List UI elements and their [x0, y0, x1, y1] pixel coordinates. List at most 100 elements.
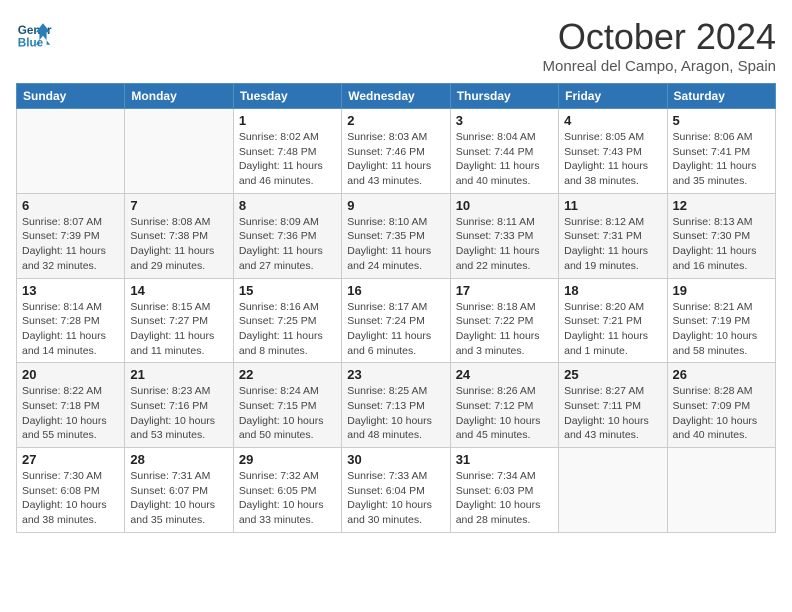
calendar-cell: 2 Sunrise: 8:03 AM Sunset: 7:46 PM Daylig…	[342, 109, 450, 194]
days-header-row: SundayMondayTuesdayWednesdayThursdayFrid…	[17, 84, 776, 109]
day-number: 10	[456, 198, 553, 213]
day-info: Sunrise: 7:34 AM Sunset: 6:03 PM Dayligh…	[456, 469, 553, 528]
calendar-cell	[667, 448, 775, 533]
location-title: Monreal del Campo, Aragon, Spain	[543, 58, 776, 75]
day-info: Sunrise: 8:26 AM Sunset: 7:12 PM Dayligh…	[456, 384, 553, 443]
day-info: Sunrise: 7:31 AM Sunset: 6:07 PM Dayligh…	[130, 469, 227, 528]
day-number: 15	[239, 283, 336, 298]
day-header-monday: Monday	[125, 84, 233, 109]
calendar-cell: 10 Sunrise: 8:11 AM Sunset: 7:33 PM Dayli…	[450, 193, 558, 278]
day-number: 24	[456, 367, 553, 382]
calendar-cell: 11 Sunrise: 8:12 AM Sunset: 7:31 PM Dayli…	[559, 193, 667, 278]
day-info: Sunrise: 8:06 AM Sunset: 7:41 PM Dayligh…	[673, 130, 770, 189]
day-number: 6	[22, 198, 119, 213]
day-info: Sunrise: 8:02 AM Sunset: 7:48 PM Dayligh…	[239, 130, 336, 189]
calendar-cell: 18Sunrise: 8:20 AM Sunset: 7:21 PM Dayli…	[559, 278, 667, 363]
day-info: Sunrise: 8:11 AM Sunset: 7:33 PM Dayligh…	[456, 215, 553, 274]
day-number: 4	[564, 113, 661, 128]
day-info: Sunrise: 8:15 AM Sunset: 7:27 PM Dayligh…	[130, 300, 227, 359]
calendar-cell: 21 Sunrise: 8:23 AM Sunset: 7:16 PM Dayli…	[125, 363, 233, 448]
calendar-cell: 20 Sunrise: 8:22 AM Sunset: 7:18 PM Dayli…	[17, 363, 125, 448]
day-number: 1	[239, 113, 336, 128]
calendar-cell	[125, 109, 233, 194]
calendar-cell: 31 Sunrise: 7:34 AM Sunset: 6:03 PM Dayli…	[450, 448, 558, 533]
day-info: Sunrise: 8:08 AM Sunset: 7:38 PM Dayligh…	[130, 215, 227, 274]
calendar-cell: 27 Sunrise: 7:30 AM Sunset: 6:08 PM Dayli…	[17, 448, 125, 533]
day-info: Sunrise: 8:10 AM Sunset: 7:35 PM Dayligh…	[347, 215, 444, 274]
calendar-cell: 15 Sunrise: 8:16 AM Sunset: 7:25 PM Dayli…	[233, 278, 341, 363]
calendar-cell: 19Sunrise: 8:21 AM Sunset: 7:19 PM Dayli…	[667, 278, 775, 363]
day-number: 13	[22, 283, 119, 298]
week-row-3: 13 Sunrise: 8:14 AM Sunset: 7:28 PM Dayli…	[17, 278, 776, 363]
day-info: Sunrise: 7:33 AM Sunset: 6:04 PM Dayligh…	[347, 469, 444, 528]
day-info: Sunrise: 8:25 AM Sunset: 7:13 PM Dayligh…	[347, 384, 444, 443]
calendar-cell: 1 Sunrise: 8:02 AM Sunset: 7:48 PM Daylig…	[233, 109, 341, 194]
calendar-cell: 29 Sunrise: 7:32 AM Sunset: 6:05 PM Dayli…	[233, 448, 341, 533]
day-number: 16	[347, 283, 444, 298]
calendar-cell: 13 Sunrise: 8:14 AM Sunset: 7:28 PM Dayli…	[17, 278, 125, 363]
day-number: 19	[673, 283, 770, 298]
day-number: 9	[347, 198, 444, 213]
day-number: 11	[564, 198, 661, 213]
day-info: Sunrise: 7:32 AM Sunset: 6:05 PM Dayligh…	[239, 469, 336, 528]
day-info: Sunrise: 8:03 AM Sunset: 7:46 PM Dayligh…	[347, 130, 444, 189]
day-number: 12	[673, 198, 770, 213]
day-number: 2	[347, 113, 444, 128]
day-info: Sunrise: 8:05 AM Sunset: 7:43 PM Dayligh…	[564, 130, 661, 189]
calendar-cell: 17Sunrise: 8:18 AM Sunset: 7:22 PM Dayli…	[450, 278, 558, 363]
day-number: 27	[22, 452, 119, 467]
day-header-thursday: Thursday	[450, 84, 558, 109]
calendar-cell	[559, 448, 667, 533]
day-info: Sunrise: 8:09 AM Sunset: 7:36 PM Dayligh…	[239, 215, 336, 274]
calendar-cell: 4 Sunrise: 8:05 AM Sunset: 7:43 PM Daylig…	[559, 109, 667, 194]
day-info: Sunrise: 8:27 AM Sunset: 7:11 PM Dayligh…	[564, 384, 661, 443]
day-number: 31	[456, 452, 553, 467]
day-info: Sunrise: 8:23 AM Sunset: 7:16 PM Dayligh…	[130, 384, 227, 443]
day-info: Sunrise: 8:14 AM Sunset: 7:28 PM Dayligh…	[22, 300, 119, 359]
calendar-cell	[17, 109, 125, 194]
day-number: 8	[239, 198, 336, 213]
day-header-saturday: Saturday	[667, 84, 775, 109]
day-info: Sunrise: 8:22 AM Sunset: 7:18 PM Dayligh…	[22, 384, 119, 443]
calendar-cell: 6Sunrise: 8:07 AM Sunset: 7:39 PM Daylig…	[17, 193, 125, 278]
day-number: 7	[130, 198, 227, 213]
calendar-cell: 14 Sunrise: 8:15 AM Sunset: 7:27 PM Dayli…	[125, 278, 233, 363]
day-header-tuesday: Tuesday	[233, 84, 341, 109]
day-number: 18	[564, 283, 661, 298]
calendar-cell: 30Sunrise: 7:33 AM Sunset: 6:04 PM Dayli…	[342, 448, 450, 533]
day-info: Sunrise: 8:04 AM Sunset: 7:44 PM Dayligh…	[456, 130, 553, 189]
logo: General Blue	[16, 16, 52, 52]
day-number: 3	[456, 113, 553, 128]
logo-icon: General Blue	[16, 16, 52, 52]
title-area: October 2024 Monreal del Campo, Aragon, …	[543, 16, 776, 75]
day-info: Sunrise: 8:16 AM Sunset: 7:25 PM Dayligh…	[239, 300, 336, 359]
calendar-cell: 3 Sunrise: 8:04 AM Sunset: 7:44 PM Daylig…	[450, 109, 558, 194]
calendar-cell: 25Sunrise: 8:27 AM Sunset: 7:11 PM Dayli…	[559, 363, 667, 448]
day-info: Sunrise: 8:24 AM Sunset: 7:15 PM Dayligh…	[239, 384, 336, 443]
calendar-cell: 22Sunrise: 8:24 AM Sunset: 7:15 PM Dayli…	[233, 363, 341, 448]
calendar-cell: 5Sunrise: 8:06 AM Sunset: 7:41 PM Daylig…	[667, 109, 775, 194]
day-number: 26	[673, 367, 770, 382]
calendar-cell: 26 Sunrise: 8:28 AM Sunset: 7:09 PM Dayli…	[667, 363, 775, 448]
calendar-cell: 16Sunrise: 8:17 AM Sunset: 7:24 PM Dayli…	[342, 278, 450, 363]
week-row-2: 6Sunrise: 8:07 AM Sunset: 7:39 PM Daylig…	[17, 193, 776, 278]
day-number: 21	[130, 367, 227, 382]
calendar-cell: 12Sunrise: 8:13 AM Sunset: 7:30 PM Dayli…	[667, 193, 775, 278]
calendar-table: SundayMondayTuesdayWednesdayThursdayFrid…	[16, 83, 776, 533]
calendar-cell: 8 Sunrise: 8:09 AM Sunset: 7:36 PM Daylig…	[233, 193, 341, 278]
week-row-5: 27 Sunrise: 7:30 AM Sunset: 6:08 PM Dayli…	[17, 448, 776, 533]
day-info: Sunrise: 7:30 AM Sunset: 6:08 PM Dayligh…	[22, 469, 119, 528]
day-header-wednesday: Wednesday	[342, 84, 450, 109]
day-number: 23	[347, 367, 444, 382]
calendar-cell: 24 Sunrise: 8:26 AM Sunset: 7:12 PM Dayli…	[450, 363, 558, 448]
day-number: 20	[22, 367, 119, 382]
day-header-friday: Friday	[559, 84, 667, 109]
calendar-cell: 23 Sunrise: 8:25 AM Sunset: 7:13 PM Dayli…	[342, 363, 450, 448]
day-number: 29	[239, 452, 336, 467]
month-title: October 2024	[543, 16, 776, 58]
week-row-1: 1 Sunrise: 8:02 AM Sunset: 7:48 PM Daylig…	[17, 109, 776, 194]
day-number: 17	[456, 283, 553, 298]
day-number: 14	[130, 283, 227, 298]
day-info: Sunrise: 8:28 AM Sunset: 7:09 PM Dayligh…	[673, 384, 770, 443]
day-info: Sunrise: 8:12 AM Sunset: 7:31 PM Dayligh…	[564, 215, 661, 274]
